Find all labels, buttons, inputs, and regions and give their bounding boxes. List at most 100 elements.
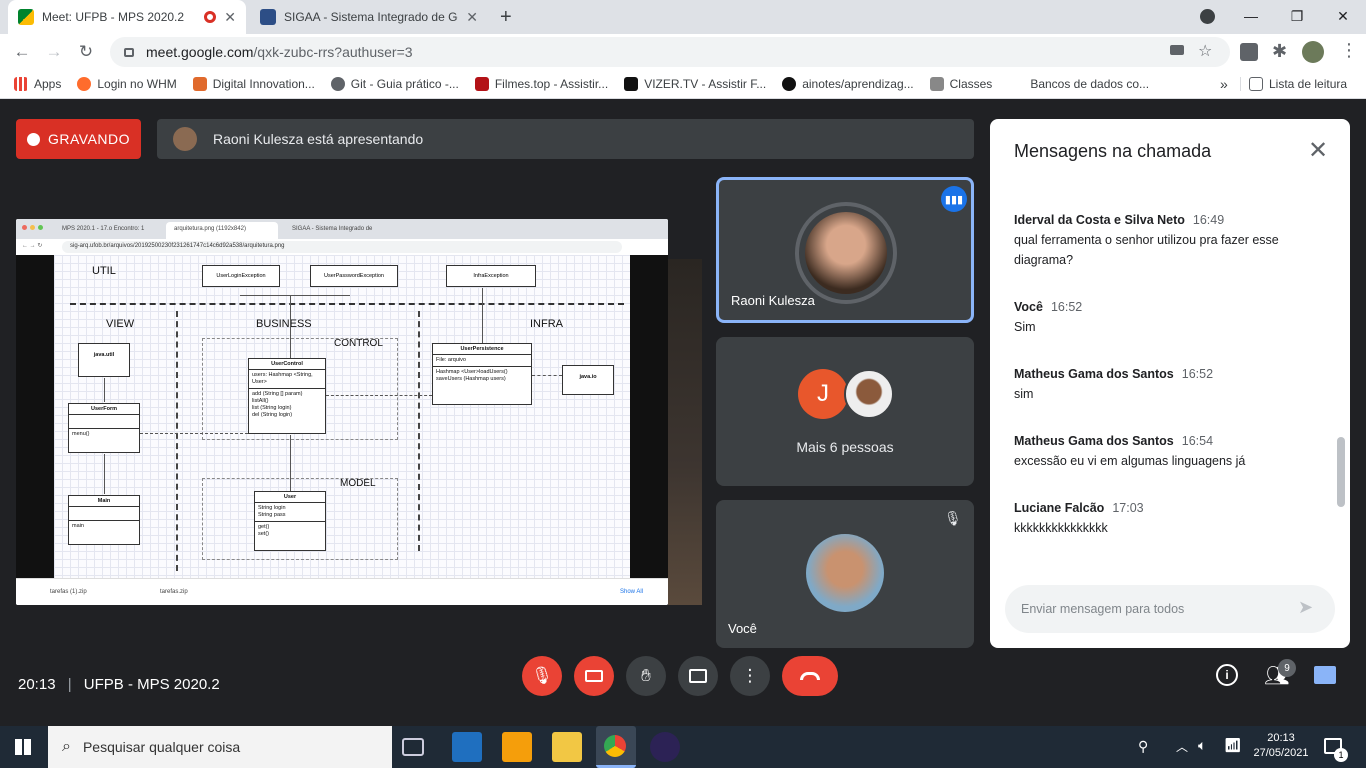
minimize-icon[interactable]: — [1228, 0, 1274, 32]
app-eclipse-icon[interactable] [650, 732, 680, 762]
meeting-details-icon[interactable]: i [1216, 664, 1238, 686]
task-view-icon[interactable] [402, 738, 424, 756]
bookmark-filmes-top[interactable]: Filmes.top - Assistir... [467, 77, 616, 91]
present-screen-icon [689, 669, 707, 683]
connector-main-userform [104, 454, 105, 494]
exception-user-login: UserLoginException [202, 265, 280, 287]
raise-hand-button[interactable]: ✋︎ [626, 656, 666, 696]
layer-business: BUSINESS [256, 318, 312, 330]
windows-start-icon[interactable] [15, 739, 31, 755]
class-user-persistence: UserPersistence File: arquivo Hashmap <U… [432, 343, 532, 405]
bookmark-star-icon[interactable]: ☆ [1198, 41, 1212, 61]
participant-name: Você [728, 621, 757, 636]
bookmark-git-guide[interactable]: Git - Guia prático -... [323, 77, 467, 91]
shared-address-bar: ← → ↻ sig-arq.ufob.br/arquivos/201925002… [16, 239, 668, 255]
sigaa-favicon-icon [260, 9, 276, 25]
restore-icon[interactable]: ❐ [1274, 0, 1320, 32]
close-window-icon[interactable]: ✕ [1320, 0, 1366, 32]
github-icon [782, 77, 797, 91]
present-button[interactable] [678, 656, 718, 696]
camera-off-icon [585, 670, 603, 682]
close-chat-icon[interactable]: ✕ [1308, 139, 1328, 163]
bookmarks-bar: Apps Login no WHM Digital Innovation... … [0, 70, 1366, 99]
chrome-taskbar-button[interactable] [596, 726, 636, 768]
bookmark-vizer[interactable]: VIZER.TV - Assistir F... [616, 77, 774, 91]
extension-icon[interactable] [1240, 43, 1258, 61]
search-icon: ⌕ [62, 738, 71, 755]
shared-tab-active: arquitetura.png (1192x842) [166, 222, 278, 239]
camera-indicator-icon[interactable] [1170, 45, 1184, 55]
file-explorer-icon[interactable] [552, 732, 582, 762]
bookmark-whm[interactable]: Login no WHM [69, 77, 184, 91]
tab-sigaa[interactable]: SIGAA - Sistema Integrado de Ge ✕ [250, 0, 488, 34]
shared-download-bar: tarefas (1).zip tarefas.zip Show All [16, 578, 668, 605]
address-bar[interactable]: meet.google.com/qxk-zubc-rrs?authuser=3 … [110, 37, 1230, 67]
back-icon[interactable]: ← [6, 34, 38, 70]
app-kotlin-icon[interactable] [452, 732, 482, 762]
chat-message: Matheus Gama dos Santos 16:54 excessão eu… [1014, 434, 1246, 468]
chrome-menu-icon[interactable]: ⋮ [1340, 40, 1358, 61]
tab-search-icon[interactable] [1200, 9, 1215, 24]
participant-avatar [805, 212, 887, 294]
shared-screen: MPS 2020.1 - 17.o Encontro: 1 arquitetur… [16, 219, 668, 605]
presenting-banner: Raoni Kulesza está apresentando [157, 119, 974, 159]
wifi-icon[interactable]: 📶︎ [1224, 737, 1242, 754]
chat-message: Matheus Gama dos Santos 16:52 sim [1014, 367, 1214, 401]
participant-tile-presenter[interactable]: ▮▮▮ Raoni Kulesza [716, 177, 974, 323]
recording-indicator-icon [204, 11, 217, 23]
app-sublime-icon[interactable] [502, 732, 532, 762]
vizer-icon [624, 77, 639, 91]
presenter-avatar [173, 127, 197, 151]
url-path: /qxk-zubc-rrs?authuser=3 [253, 44, 413, 60]
bookmark-ainotes[interactable]: ainotes/aprendizag... [774, 77, 921, 91]
util-separator [70, 303, 624, 305]
class-user-form: UserForm menu() [68, 403, 140, 453]
new-tab-button[interactable]: + [500, 6, 512, 29]
participant-tile-self[interactable]: 🎙︎ Você [716, 500, 974, 648]
notification-count-badge: 1 [1334, 748, 1348, 762]
profile-avatar[interactable] [1302, 41, 1324, 63]
toggle-mic-button[interactable]: 🎙︎ [522, 656, 562, 696]
record-dot-icon [26, 132, 40, 146]
connector-control-persistence [326, 395, 432, 396]
reload-icon[interactable]: ↻ [70, 34, 102, 70]
meeting-info: 20:13 | UFPB - MPS 2020.2 [18, 676, 220, 693]
view-business-separator [176, 311, 178, 571]
connector-persistence-javaio [532, 375, 562, 376]
presenting-text: Raoni Kulesza está apresentando [213, 131, 424, 147]
tab-meet[interactable]: Meet: UFPB - MPS 2020.2 ✕ [8, 0, 246, 34]
self-avatar [806, 534, 884, 612]
meeting-separator: | [67, 676, 72, 693]
participant-tile-others[interactable]: J Mais 6 pessoas [716, 337, 974, 486]
chat-icon[interactable] [1314, 666, 1336, 684]
more-bookmarks-icon[interactable]: » [1212, 76, 1236, 92]
chrome-icon [604, 735, 626, 757]
forward-icon[interactable]: → [38, 34, 70, 70]
more-vert-icon: ⋮ [741, 666, 759, 685]
leave-call-button[interactable] [782, 656, 838, 696]
chat-scrollbar[interactable] [1337, 437, 1345, 507]
bookmark-digital-innovation[interactable]: Digital Innovation... [185, 77, 323, 91]
taskbar-clock[interactable]: 20:13 27/05/2021 [1252, 731, 1310, 761]
shared-close-dot-icon [22, 225, 27, 230]
hand-icon: ✋︎ [641, 666, 651, 685]
bookmark-bancos[interactable]: Bancos de dados co... [1000, 77, 1157, 91]
shared-tab-strip: MPS 2020.1 - 17.o Encontro: 1 arquitetur… [16, 219, 668, 239]
browser-tab-strip: Meet: UFPB - MPS 2020.2 ✕ SIGAA - Sistem… [0, 0, 1366, 34]
puzzle-extensions-icon[interactable]: ✱ [1272, 41, 1287, 62]
show-hidden-icons[interactable]: ︿ [1176, 738, 1188, 755]
chat-message-input[interactable]: Enviar mensagem para todos [1005, 585, 1335, 633]
more-options-button[interactable]: ⋮ [730, 656, 770, 696]
reading-list[interactable]: Lista de leitura [1240, 77, 1355, 91]
close-tab-icon[interactable]: ✕ [224, 9, 236, 26]
muted-mic-icon: 🎙︎ [944, 510, 962, 526]
close-tab-icon[interactable]: ✕ [466, 9, 478, 26]
bookmark-classes[interactable]: Classes [922, 77, 1001, 91]
volume-icon[interactable]: 🔈︎ [1198, 737, 1206, 754]
class-user: User String login String pass get() set(… [254, 491, 326, 551]
bookmark-apps[interactable]: Apps [0, 77, 69, 91]
taskbar-search[interactable]: ⌕ Pesquisar qualquer coisa [48, 726, 392, 768]
people-taskbar-icon[interactable]: ⚲ [1138, 738, 1148, 755]
send-message-icon[interactable]: ➤ [1298, 597, 1313, 618]
toggle-camera-button[interactable] [574, 656, 614, 696]
